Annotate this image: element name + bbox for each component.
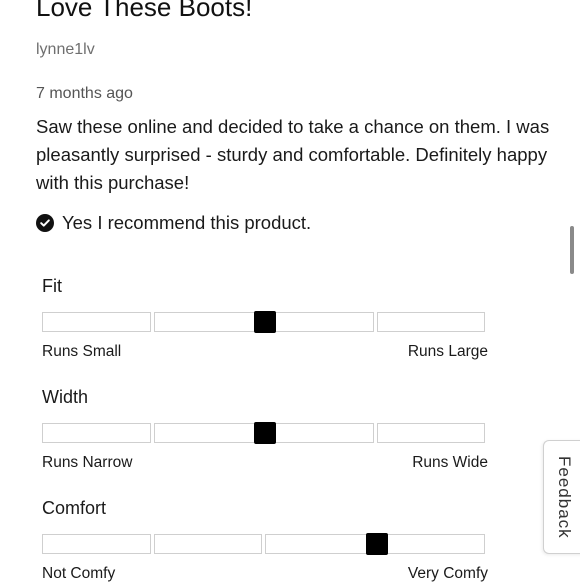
- rating-fit-marker: [254, 311, 276, 333]
- recommend-row: Yes I recommend this product.: [36, 212, 311, 234]
- rating-fit-title: Fit: [42, 276, 62, 296]
- rating-comfort-marker: [365, 533, 388, 555]
- track-segment: [376, 423, 485, 443]
- review-title: Love These Boots!: [36, 0, 253, 22]
- review-body: Saw these online and decided to take a c…: [36, 116, 550, 193]
- rating-fit-low-label: Runs Small: [42, 343, 122, 360]
- track-segment: [265, 312, 374, 332]
- rating-comfort-track: [42, 533, 488, 556]
- rating-width-high-label: Runs Wide: [412, 454, 488, 471]
- review-timestamp: 7 months ago: [36, 85, 133, 102]
- check-circle-icon: [36, 214, 54, 232]
- rating-width-track: [42, 422, 488, 445]
- rating-fit-high-label: Runs Large: [407, 343, 488, 360]
- scrollbar-thumb[interactable]: [570, 226, 574, 274]
- track-segment: [153, 423, 262, 443]
- track-segment: [42, 312, 151, 332]
- track-segment: [265, 423, 374, 443]
- rating-width: Width Runs Narrow Runs Wide: [42, 387, 488, 472]
- track-segment: [153, 312, 262, 332]
- reviewer-username[interactable]: lynne1lv: [36, 41, 95, 59]
- rating-fit-track: [42, 311, 488, 334]
- rating-comfort-title: Comfort: [42, 498, 107, 518]
- track-segment: [153, 534, 262, 554]
- rating-fit: Fit Runs Small Runs Large: [42, 276, 488, 361]
- rating-comfort-low-label: Not Comfy: [42, 565, 116, 582]
- rating-width-title: Width: [42, 387, 89, 407]
- feedback-label: Feedback: [555, 455, 574, 539]
- track-segment: [376, 534, 485, 554]
- feedback-button[interactable]: Feedback: [543, 440, 580, 554]
- track-segment: [42, 423, 151, 443]
- track-segment: [265, 534, 374, 554]
- rating-width-marker: [254, 422, 276, 444]
- track-segment: [42, 534, 151, 554]
- rating-comfort: Comfort Not Comfy Very Comfy: [42, 498, 488, 583]
- rating-width-low-label: Runs Narrow: [42, 454, 133, 471]
- recommend-text: Yes I recommend this product.: [62, 212, 312, 233]
- rating-comfort-high-label: Very Comfy: [407, 565, 488, 582]
- track-segment: [376, 312, 485, 332]
